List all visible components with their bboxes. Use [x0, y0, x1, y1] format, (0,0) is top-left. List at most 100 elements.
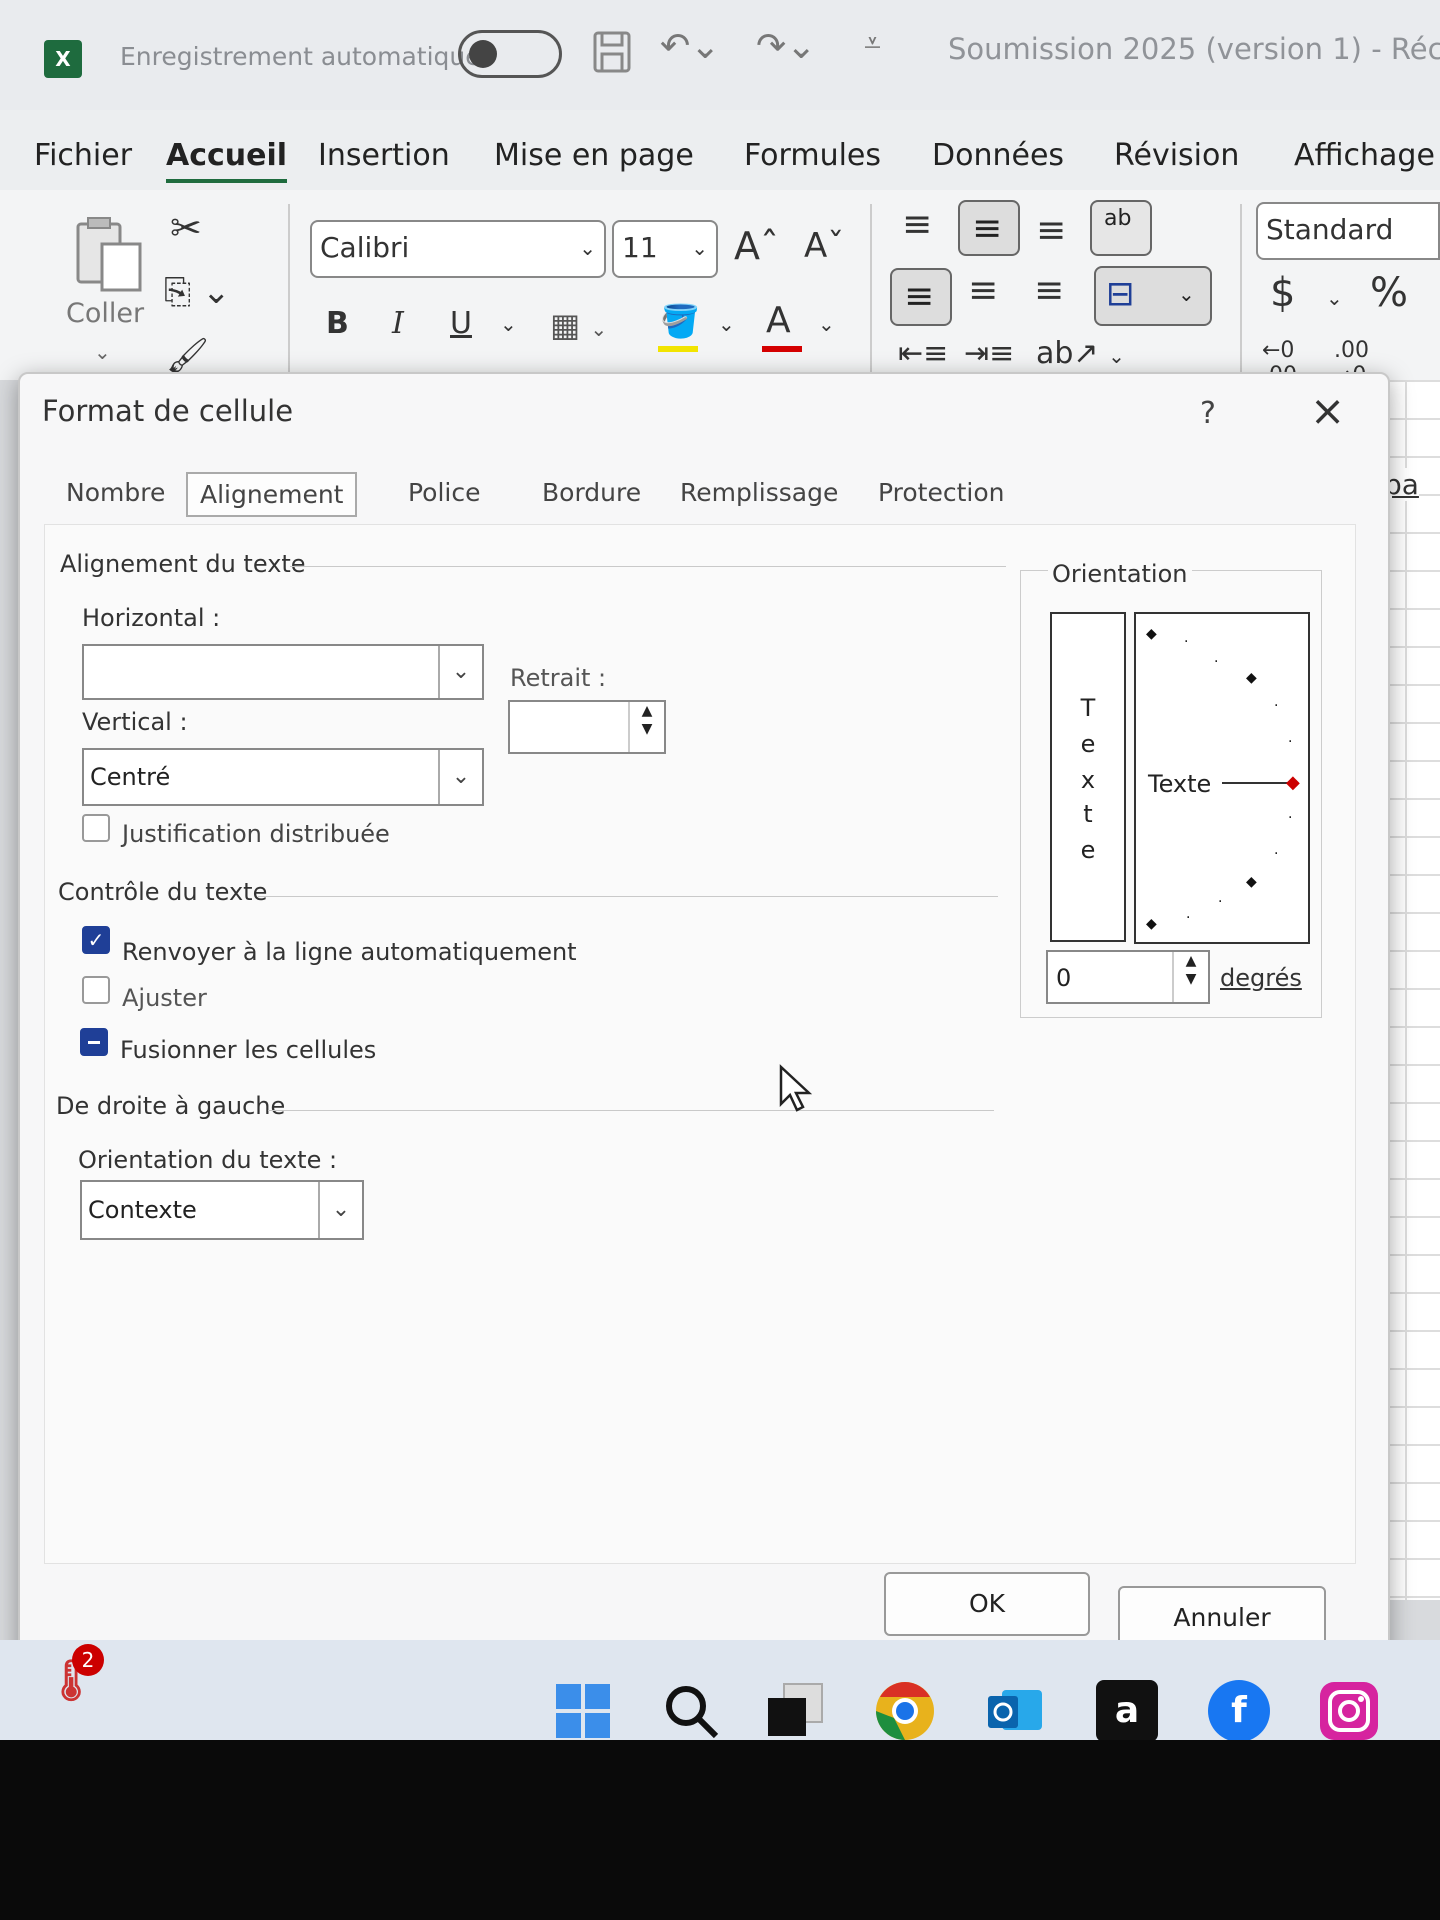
tab-formules[interactable]: Formules [744, 138, 881, 173]
tab-police[interactable]: Police [396, 472, 493, 513]
indent-spinner[interactable]: ▲ ▼ [508, 700, 666, 754]
italic-button[interactable]: I [392, 306, 404, 341]
amazon-icon[interactable]: a [1096, 1680, 1158, 1742]
align-right-icon[interactable]: ≡ [1034, 270, 1064, 311]
dial-dot: · [1288, 734, 1293, 750]
number-format-select[interactable]: Standard [1256, 202, 1440, 260]
ribbon: Coller ⌄ ✂ ⎘ ⌄ 🖌 Calibri ⌄ 11 ⌄ Aˆ Aˇ B I … [0, 190, 1440, 388]
bold-button[interactable]: B [326, 306, 349, 341]
merge-center-button[interactable]: ⊟ ⌄ [1094, 266, 1212, 326]
task-view-icon[interactable] [764, 1680, 826, 1742]
outlook-icon[interactable] [984, 1680, 1046, 1742]
spinner-arrows-icon[interactable]: ▲ ▼ [1172, 952, 1208, 1002]
dial-marker: ◆ [1246, 670, 1257, 686]
merge-cells-checkbox[interactable] [80, 1028, 108, 1056]
windows-start-icon[interactable] [552, 1680, 614, 1742]
vertical-text-button[interactable]: T e x t e [1050, 612, 1126, 942]
dial-current-marker[interactable]: ◆ [1286, 772, 1300, 793]
spinner-arrows-icon[interactable]: ▲ ▼ [628, 702, 664, 752]
shrink-font-button[interactable]: Aˇ [804, 226, 844, 266]
tab-donnees[interactable]: Données [932, 138, 1064, 173]
tab-insertion[interactable]: Insertion [318, 138, 450, 173]
group-divider [258, 896, 998, 897]
font-name-select[interactable]: Calibri ⌄ [310, 220, 606, 278]
increase-indent-icon[interactable]: ⇥≡ [964, 336, 1014, 371]
fill-color-icon[interactable]: 🪣 [660, 302, 700, 340]
align-middle-button[interactable]: ≡ [958, 200, 1020, 256]
facebook-icon[interactable]: f [1208, 1680, 1270, 1742]
align-top-icon[interactable]: ≡ [902, 204, 932, 245]
font-color-button[interactable]: A [766, 300, 791, 341]
tab-fichier[interactable]: Fichier [34, 138, 132, 173]
tab-bordure[interactable]: Bordure [530, 472, 653, 513]
save-icon[interactable] [592, 30, 632, 83]
tab-nombre[interactable]: Nombre [54, 472, 177, 513]
align-bottom-icon[interactable]: ≡ [1036, 210, 1066, 251]
tab-affichage[interactable]: Affichage [1294, 138, 1435, 173]
vertical-letter: t [1083, 800, 1093, 828]
decrease-indent-icon[interactable]: ⇤≡ [898, 336, 948, 371]
horizontal-select[interactable]: ⌄ [82, 644, 484, 700]
help-button[interactable]: ? [1200, 396, 1216, 431]
degrees-value: 0 [1056, 964, 1072, 992]
paste-icon[interactable] [72, 214, 144, 298]
vertical-letter: e [1080, 730, 1096, 758]
distributed-justify-label: Justification distribuée [122, 820, 390, 848]
distributed-justify-checkbox[interactable] [82, 814, 110, 842]
tab-revision[interactable]: Révision [1114, 138, 1239, 173]
degrees-spinner[interactable]: 0 ▲ ▼ [1046, 950, 1210, 1004]
chrome-icon[interactable] [874, 1680, 936, 1742]
font-color-swatch [762, 346, 802, 352]
tab-alignement[interactable]: Alignement [186, 472, 358, 517]
tab-accueil[interactable]: Accueil [166, 138, 288, 183]
dial-dot: · [1218, 894, 1223, 910]
redo-icon[interactable]: ↷⌄ [756, 26, 816, 67]
autosave-toggle[interactable] [458, 30, 562, 78]
cut-icon[interactable]: ✂ [170, 206, 202, 250]
paste-label[interactable]: Coller [66, 298, 144, 329]
chevron-down-icon[interactable]: ⌄ [718, 312, 735, 336]
align-left-button[interactable]: ≡ [890, 268, 952, 326]
currency-button[interactable]: $ [1270, 270, 1295, 316]
dial-marker: ◆ [1246, 874, 1257, 890]
tab-remplissage[interactable]: Remplissage [668, 472, 850, 513]
close-icon[interactable]: × [1310, 386, 1345, 435]
align-center-icon[interactable]: ≡ [968, 270, 998, 311]
title-bar: X Enregistrement automatique ↶⌄ ↷⌄ ⩡ Sou… [0, 0, 1440, 110]
font-size-select[interactable]: 11 ⌄ [612, 220, 718, 278]
search-icon[interactable] [660, 1680, 722, 1742]
dial-marker: ◆ [1146, 626, 1157, 642]
paste-dropdown-icon[interactable]: ⌄ [94, 340, 111, 364]
chevron-down-icon[interactable]: ⌄ [1326, 286, 1343, 310]
chevron-down-icon: ⌄ [579, 236, 596, 260]
vertical-select[interactable]: Centré ⌄ [82, 748, 484, 806]
grow-font-button[interactable]: Aˆ [734, 224, 779, 268]
font-size-value: 11 [622, 231, 658, 264]
borders-icon[interactable]: ▦ ⌄ [550, 306, 607, 344]
format-painter-icon[interactable]: 🖌 [166, 336, 209, 376]
vertical-letter: x [1080, 766, 1096, 794]
shrink-to-fit-checkbox[interactable] [82, 976, 110, 1004]
chevron-down-icon: ⌄ [318, 1182, 362, 1238]
customize-qat-icon[interactable]: ⩡ [864, 26, 881, 61]
text-direction-select[interactable]: Contexte ⌄ [80, 1180, 364, 1240]
chevron-down-icon: ⌄ [438, 750, 482, 804]
chevron-down-icon[interactable]: ⌄ [818, 312, 835, 336]
ok-button[interactable]: OK [884, 1572, 1090, 1636]
wrap-text-button[interactable]: ab [1090, 200, 1152, 256]
orientation-dial[interactable]: ◆ · · ◆ · · Texte ◆ · · ◆ · · ◆ [1134, 612, 1310, 944]
instagram-icon[interactable] [1318, 1680, 1380, 1742]
chevron-down-icon[interactable]: ⌄ [500, 312, 517, 336]
percent-button[interactable]: % [1370, 270, 1408, 316]
underline-button[interactable]: U [450, 306, 472, 341]
orientation-icon[interactable]: ab↗ ⌄ [1036, 336, 1125, 371]
dial-dot: · [1274, 846, 1279, 862]
undo-icon[interactable]: ↶⌄ [660, 26, 720, 67]
dial-dot: · [1184, 634, 1189, 650]
copy-icon[interactable]: ⎘ ⌄ [164, 272, 231, 312]
wrap-text-checkbox[interactable]: ✓ [82, 926, 110, 954]
tab-mise-en-page[interactable]: Mise en page [494, 138, 694, 173]
orientation-group-label: Orientation [1048, 560, 1192, 588]
tab-protection[interactable]: Protection [866, 472, 1016, 513]
shrink-to-fit-label: Ajuster [122, 984, 207, 1012]
